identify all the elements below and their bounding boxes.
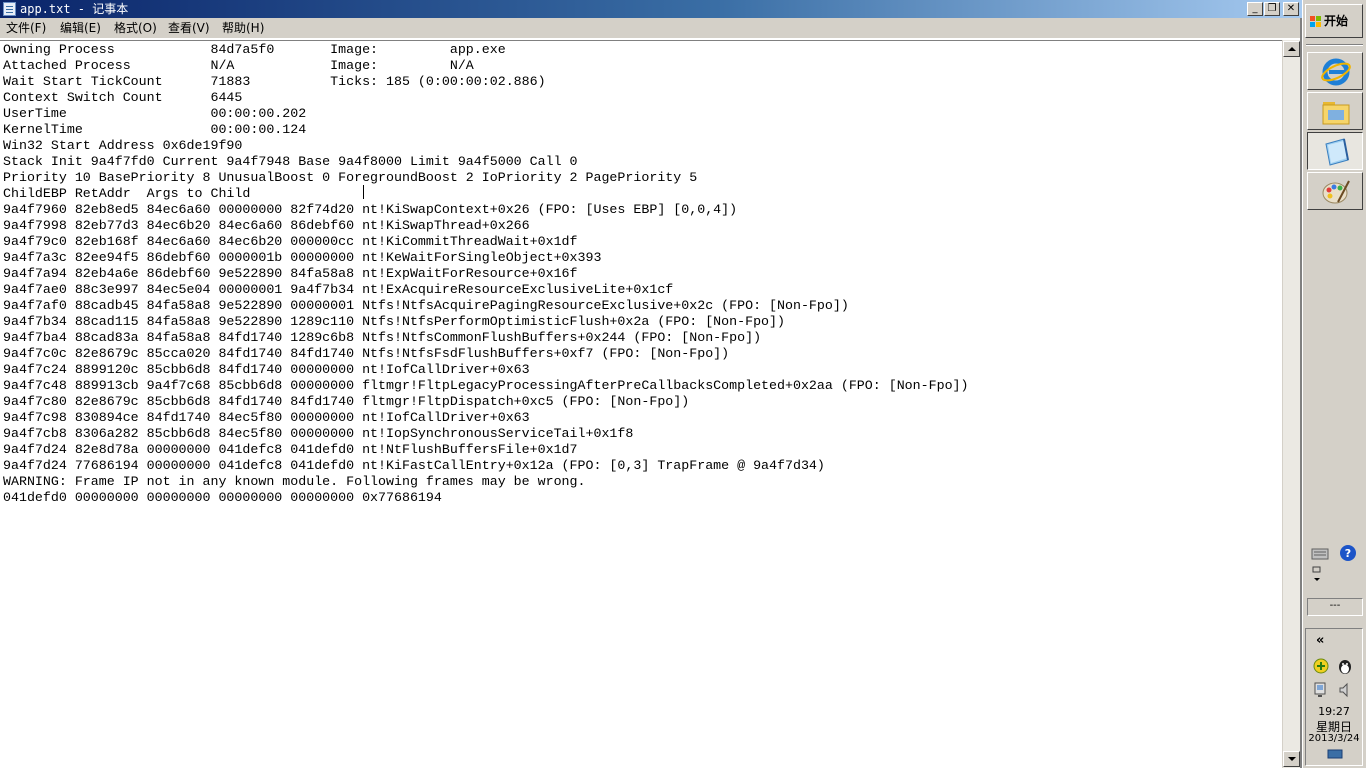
document-line[interactable]: 9a4f7d24 82e8d78a 00000000 041defc8 041d… (3, 442, 578, 457)
system-tray: « 19:27 星期日 2013/3/24 (1305, 628, 1363, 766)
tray-dashes: --- (1307, 598, 1363, 616)
document-line[interactable]: Owning Process 84d7a5f0 Image: app.exe (3, 42, 506, 57)
document-line[interactable]: Priority 10 BasePriority 8 UnusualBoost … (3, 170, 697, 185)
menu-help[interactable]: 帮助(H) (222, 18, 264, 38)
maximize-button[interactable]: ❐ (1264, 2, 1280, 16)
document-line[interactable]: 9a4f7c0c 82e8679c 85cca020 84fd1740 84fd… (3, 346, 729, 361)
document-line[interactable]: 9a4f7960 82eb8ed5 84ec6a60 00000000 82f7… (3, 202, 737, 217)
menu-view[interactable]: 查看(V) (168, 18, 210, 38)
minimize-button[interactable]: _ (1247, 2, 1263, 16)
scroll-up-button[interactable] (1283, 41, 1300, 57)
down-arrow-icon (1288, 757, 1296, 761)
document-line[interactable]: UserTime 00:00:00.202 (3, 106, 306, 121)
document-line[interactable]: 9a4f7a3c 82ee94f5 86debf60 0000001b 0000… (3, 250, 601, 265)
internet-explorer-icon (1321, 58, 1351, 86)
document-line[interactable]: 9a4f7ae0 88c3e997 84ec5e04 00000001 9a4f… (3, 282, 673, 297)
keyboard-icon[interactable] (1311, 544, 1329, 562)
text-caret (363, 185, 364, 199)
menu-file[interactable]: 文件(F) (6, 18, 46, 38)
show-desktop-icon[interactable] (1326, 749, 1344, 759)
menu-edit[interactable]: 编辑(E) (60, 18, 101, 38)
document-text[interactable]: Owning Process 84d7a5f0 Image: app.exe A… (3, 42, 969, 506)
document-line[interactable]: ChildEBP RetAddr Args to Child (3, 186, 250, 201)
start-button[interactable]: 开始 (1305, 4, 1363, 38)
document-line[interactable]: 9a4f7cb8 8306a282 85cbb6d8 84ec5f80 0000… (3, 426, 633, 441)
document-line[interactable]: 9a4f79c0 82eb168f 84ec6a60 84ec6b20 0000… (3, 234, 578, 249)
notepad-window: app.txt - 记事本 _ ❐ ✕ 文件(F) 编辑(E) 格式(O) 查看… (0, 0, 1302, 768)
windows-flag-icon (1310, 16, 1321, 27)
document-line[interactable]: 9a4f7b34 88cad115 84fa58a8 9e522890 1289… (3, 314, 785, 329)
flag-green-pane (1316, 16, 1321, 21)
qq-penguin-icon[interactable] (1336, 657, 1354, 675)
flag-blue-pane (1310, 22, 1315, 27)
taskbar: 开始 ? --- « 19:27 星期日 2013/3/24 (1302, 0, 1366, 768)
taskbar-notepad[interactable] (1307, 132, 1363, 170)
window-title: app.txt - 记事本 (20, 2, 129, 16)
document-line[interactable]: Wait Start TickCount 71883 Ticks: 185 (0… (3, 74, 546, 89)
start-label: 开始 (1324, 14, 1349, 28)
language-bar-menu-icon[interactable] (1311, 566, 1329, 584)
document-line[interactable]: 9a4f7c48 889913cb 9a4f7c68 85cbb6d8 0000… (3, 378, 969, 393)
document-line[interactable]: WARNING: Frame IP not in any known modul… (3, 474, 586, 489)
volume-icon[interactable] (1336, 681, 1354, 699)
document-line[interactable]: 9a4f7998 82eb77d3 84ec6b20 84ec6a60 86de… (3, 218, 530, 233)
document-line[interactable]: 041defd0 00000000 00000000 00000000 0000… (3, 490, 442, 505)
document-line[interactable]: Attached Process N/A Image: N/A (3, 58, 474, 73)
vertical-scrollbar[interactable] (1282, 40, 1300, 768)
title-bar[interactable]: app.txt - 记事本 _ ❐ ✕ (0, 0, 1302, 18)
svg-text:?: ? (1345, 547, 1351, 560)
document-line[interactable]: 9a4f7c98 830894ce 84fd1740 84ec5f80 0000… (3, 410, 530, 425)
text-editor[interactable]: Owning Process 84d7a5f0 Image: app.exe A… (0, 40, 1282, 768)
paint-icon (1322, 180, 1350, 204)
scroll-down-button[interactable] (1283, 751, 1300, 767)
taskbar-internet-explorer[interactable] (1307, 52, 1363, 90)
document-line[interactable]: KernelTime 00:00:00.124 (3, 122, 306, 137)
taskbar-paint[interactable] (1307, 172, 1363, 210)
document-line[interactable]: Context Switch Count 6445 (3, 90, 242, 105)
document-line[interactable]: 9a4f7c24 8899120c 85cbb6d8 84fd1740 0000… (3, 362, 530, 377)
clock-time[interactable]: 19:27 (1306, 705, 1362, 718)
document-line[interactable]: Stack Init 9a4f7fd0 Current 9a4f7948 Bas… (3, 154, 578, 169)
clock-date[interactable]: 2013/3/24 (1306, 733, 1362, 744)
help-icon[interactable]: ? (1339, 544, 1357, 562)
taskbar-divider (1306, 44, 1363, 46)
document-line[interactable]: Win32 Start Address 0x6de19f90 (3, 138, 242, 153)
notepad-icon (1325, 138, 1349, 166)
notepad-app-icon[interactable] (3, 2, 16, 16)
menu-bar: 文件(F) 编辑(E) 格式(O) 查看(V) 帮助(H) (0, 18, 1302, 38)
folder-icon (1322, 102, 1350, 125)
up-arrow-icon (1288, 47, 1296, 51)
network-icon[interactable] (1312, 681, 1330, 699)
close-button[interactable]: ✕ (1283, 2, 1299, 16)
document-line[interactable]: 9a4f7c80 82e8679c 85cbb6d8 84fd1740 84fd… (3, 394, 689, 409)
document-line[interactable]: 9a4f7a94 82eb4a6e 86debf60 9e522890 84fa… (3, 266, 578, 281)
menu-format[interactable]: 格式(O) (114, 18, 157, 38)
document-line[interactable]: 9a4f7d24 77686194 00000000 041defc8 041d… (3, 458, 825, 473)
update-shield-icon[interactable] (1312, 657, 1330, 675)
taskbar-folder[interactable] (1307, 92, 1363, 130)
flag-yellow-pane (1316, 22, 1321, 27)
show-hidden-icons-chevron-icon[interactable]: « (1316, 633, 1324, 648)
document-line[interactable]: 9a4f7af0 88cadb45 84fa58a8 9e522890 0000… (3, 298, 849, 313)
flag-red-pane (1310, 16, 1315, 21)
document-line[interactable]: 9a4f7ba4 88cad83a 84fa58a8 84fd1740 1289… (3, 330, 761, 345)
